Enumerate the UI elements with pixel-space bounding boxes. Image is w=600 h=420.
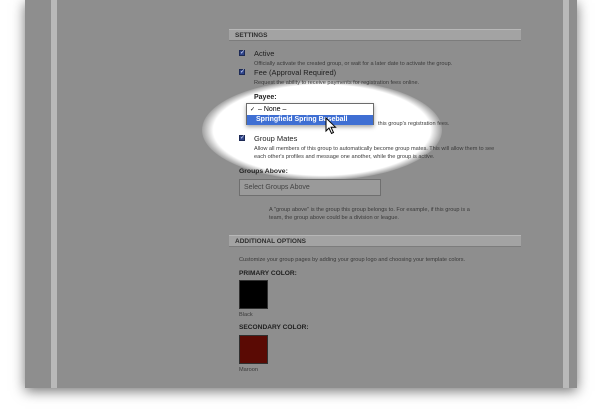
active-label: Active (254, 49, 275, 58)
payee-description-partial: this group's registration fees. (378, 121, 450, 127)
primary-color-name: Black (239, 312, 253, 318)
settings-header: SETTINGS (229, 29, 521, 41)
groups-above-help-line1: A "group above" is the group this group … (269, 207, 470, 213)
checkmark-icon: ✓ (250, 107, 256, 113)
payee-label: Payee: (254, 94, 277, 101)
page-edge-right (563, 0, 569, 388)
group-mates-checkbox[interactable]: ✓ (239, 135, 245, 141)
fee-description: Request the ability to receive payments … (254, 80, 420, 86)
groups-above-select[interactable]: Select Groups Above (239, 179, 381, 196)
checkbox-checked-icon: ✓ (240, 69, 246, 75)
primary-color-label: PRIMARY COLOR: (239, 270, 297, 277)
fee-label: Fee (Approval Required) (254, 68, 337, 77)
secondary-color-label: SECONDARY COLOR: (239, 324, 309, 331)
primary-color-swatch[interactable] (239, 280, 268, 309)
fee-checkbox[interactable]: ✓ (239, 69, 245, 75)
active-checkbox[interactable]: ✓ (239, 50, 245, 56)
payee-option-none[interactable]: ✓ – None – (247, 105, 373, 115)
checkbox-checked-icon: ✓ (240, 135, 246, 141)
groups-above-help-line2: team, the group above could be a divisio… (269, 215, 399, 221)
screenshot-frame: SETTINGS ✓ Active Officially activate th… (25, 0, 577, 388)
payee-option-none-label: – None – (258, 106, 287, 113)
payee-dropdown-menu[interactable]: ✓ – None – Springfield Spring Baseball (246, 103, 374, 125)
payee-option-springfield[interactable]: Springfield Spring Baseball (247, 115, 373, 125)
secondary-color-swatch[interactable] (239, 335, 268, 364)
spotlight-highlight (202, 80, 442, 180)
arrow-cursor-icon (325, 117, 337, 135)
additional-options-header: ADDITIONAL OPTIONS (229, 235, 521, 247)
active-description: Officially activate the created group, o… (254, 61, 453, 67)
groups-above-label: Groups Above: (239, 168, 288, 175)
page-edge-left (51, 0, 57, 388)
group-mates-description-line2: each other's profiles and message one an… (254, 154, 435, 160)
checkbox-checked-icon: ✓ (240, 50, 246, 56)
secondary-color-name: Maroon (239, 367, 258, 373)
additional-options-intro: Customize your group pages by adding you… (239, 257, 466, 263)
group-mates-label: Group Mates (254, 134, 298, 143)
group-mates-description-line1: Allow all members of this group to autom… (254, 146, 495, 152)
